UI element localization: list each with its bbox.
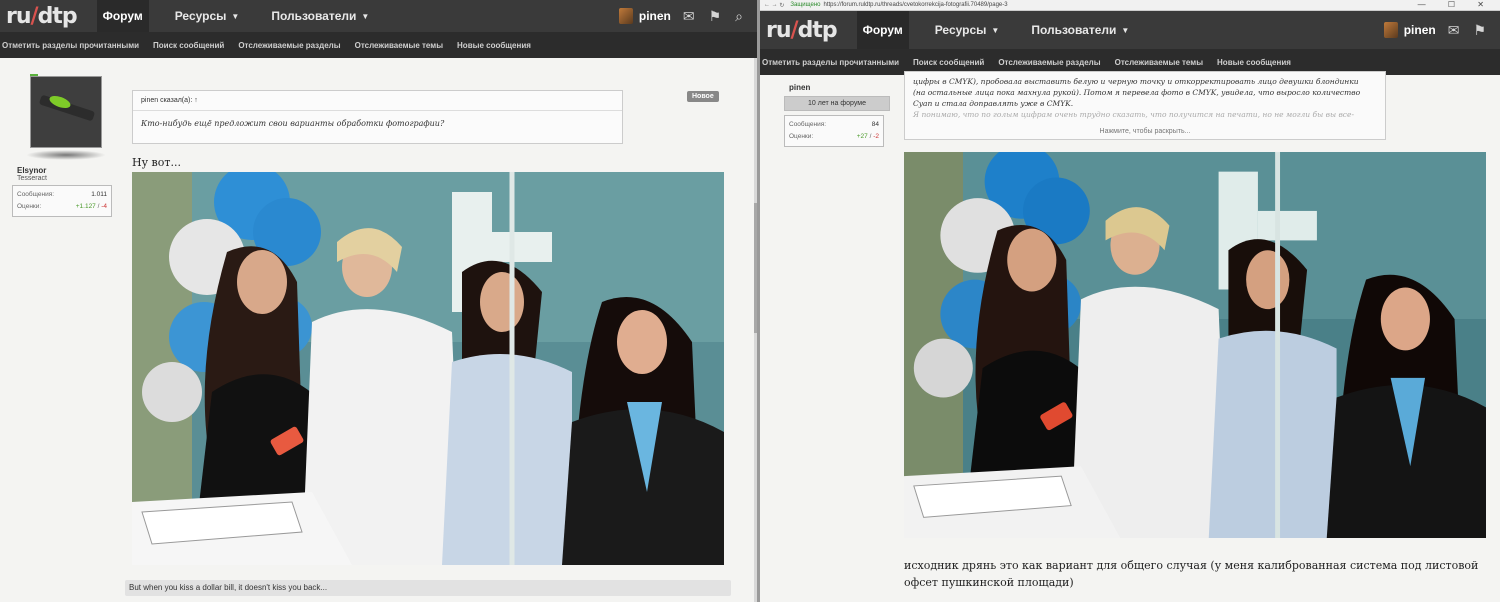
tab-users[interactable]: Пользователи ▼	[1025, 11, 1135, 49]
expand-quote-link[interactable]: Нажмите, чтобы раскрыть...	[905, 128, 1385, 135]
tab-forum[interactable]: Форум	[96, 0, 149, 32]
quote-text: цифры в CMYK), пробовала выставить белую…	[905, 72, 1385, 124]
tab-resources-label: Ресурсы	[174, 9, 227, 23]
quote-attribution[interactable]: pinen сказал(а): ↑	[133, 91, 622, 111]
photo-image	[904, 152, 1486, 538]
sub-nav-bar: Отметить разделы прочитанными Поиск сооб…	[0, 32, 757, 58]
link-new-posts[interactable]: Новые сообщения	[1217, 58, 1291, 67]
top-nav-bar: ru / dtp Форум Ресурсы ▼ Пользователи ▼ pine…	[760, 11, 1500, 49]
quote-block: pinen сказал(а): ↑ Кто-нибудь ещё предло…	[132, 90, 623, 144]
post-text: Ну вот...	[132, 156, 181, 169]
left-browser-window: ru / dtp Форум Ресурсы ▼ Пользователи ▼ pine…	[0, 0, 757, 602]
quote-block: цифры в CMYK), пробовала выставить белую…	[904, 71, 1386, 140]
avatar-shadow	[26, 150, 106, 160]
tab-users-label: Пользователи	[1031, 23, 1117, 37]
avatar	[618, 8, 633, 24]
link-watched-forums[interactable]: Отслеживаемые разделы	[238, 41, 340, 50]
link-search-messages[interactable]: Поиск сообщений	[913, 58, 984, 67]
link-watched-forums[interactable]: Отслеживаемые разделы	[998, 58, 1100, 67]
quote-line-faded: Я понимаю, что по голым цифрам очень тру…	[913, 110, 1354, 119]
author-name[interactable]: pinen	[789, 83, 890, 92]
avatar[interactable]	[30, 76, 102, 148]
flag-icon[interactable]: ⚑	[1473, 22, 1486, 39]
messages-value[interactable]: 1.011	[91, 189, 107, 201]
quote-line: цифры в CMYK), пробовала выставить белую…	[913, 77, 1359, 86]
link-watched-threads[interactable]: Отслеживаемые темы	[355, 41, 443, 50]
post-photo[interactable]	[132, 172, 724, 565]
username-label: pinen	[1403, 23, 1436, 37]
tab-resources[interactable]: Ресурсы ▼	[929, 11, 1006, 49]
photo-image	[132, 172, 724, 565]
link-watched-threads[interactable]: Отслеживаемые темы	[1115, 58, 1203, 67]
messages-label: Сообщения:	[17, 191, 55, 198]
forward-icon[interactable]: →	[772, 2, 778, 8]
ratings-positive: +27	[856, 133, 868, 140]
post-text: исходник дрянь это как вариант для общег…	[904, 559, 1479, 589]
secure-label: Защищено	[790, 2, 821, 8]
tab-forum[interactable]: Форум	[856, 11, 909, 49]
post-author-panel: Elsynor Tesseract Сообщения: 1.011 Оценки…	[12, 74, 116, 217]
browser-address-bar[interactable]: ← → ↻ Защищено https://forum.ruldtp.ru/t…	[760, 0, 1500, 11]
quote-line: Cyan и стала доправлять уже в CMYK.	[913, 99, 1074, 108]
ratings-negative: -2	[873, 133, 879, 140]
author-stats: Сообщения: 84 Оценки: +27 / -2	[784, 115, 884, 147]
chevron-down-icon: ▼	[361, 11, 370, 21]
link-search-messages[interactable]: Поиск сообщений	[153, 41, 224, 50]
new-badge: Новое	[687, 91, 719, 102]
post-signature: But when you kiss a dollar bill, it does…	[125, 580, 731, 596]
chevron-down-icon: ▼	[231, 11, 240, 21]
messages-value[interactable]: 84	[872, 119, 879, 131]
quote-line: (на остальные лица пока махнула рукой). …	[913, 88, 1361, 97]
link-mark-read[interactable]: Отметить разделы прочитанными	[2, 41, 139, 50]
search-icon[interactable]: ⌕	[735, 8, 743, 25]
link-new-posts[interactable]: Новые сообщения	[457, 41, 531, 50]
quote-text: Кто-нибудь ещё предложит свои варианты о…	[141, 119, 445, 128]
right-browser-window: ← → ↻ Защищено https://forum.ruldtp.ru/t…	[760, 0, 1500, 602]
tab-forum-label: Форум	[862, 23, 903, 37]
ratings-label: Оценки:	[789, 133, 814, 140]
reload-icon[interactable]: ↻	[779, 2, 784, 9]
username-label: pinen	[638, 9, 671, 23]
user-menu[interactable]: pinen	[618, 8, 671, 24]
chevron-down-icon: ▼	[1121, 25, 1130, 35]
envelope-icon[interactable]: ✉	[683, 8, 695, 25]
tab-resources-label: Ресурсы	[934, 23, 987, 37]
tab-forum-label: Форум	[102, 9, 143, 23]
flag-icon[interactable]: ⚑	[709, 8, 722, 25]
top-nav-bar: ru / dtp Форум Ресурсы ▼ Пользователи ▼ pine…	[0, 0, 757, 32]
ratings-negative: -4	[101, 203, 107, 210]
tab-users-label: Пользователи	[271, 9, 357, 23]
tab-users[interactable]: Пользователи ▼	[265, 0, 375, 32]
link-mark-read[interactable]: Отметить разделы прочитанными	[762, 58, 899, 67]
back-icon[interactable]: ←	[764, 2, 770, 8]
window-controls[interactable]: — ☐ ✕	[1418, 0, 1494, 9]
author-title: Tesseract	[17, 175, 47, 182]
envelope-icon[interactable]: ✉	[1448, 22, 1460, 39]
url-text[interactable]: https://forum.ruldtp.ru/threads/cvetokor…	[823, 2, 1007, 8]
member-badge: 10 лет на форуме	[784, 96, 890, 111]
post-photo[interactable]	[904, 152, 1486, 538]
ratings-positive: +1.127	[75, 203, 96, 210]
tab-resources[interactable]: Ресурсы ▼	[169, 0, 246, 32]
avatar	[1383, 22, 1398, 38]
author-stats: Сообщения: 1.011 Оценки: +1.127 / -4	[12, 185, 112, 217]
site-logo[interactable]: ru / dtp	[6, 4, 78, 29]
messages-label: Сообщения:	[789, 121, 827, 128]
post-author-panel: pinen 10 лет на форуме Сообщения: 84 Оцен…	[784, 80, 890, 147]
user-menu[interactable]: pinen	[1383, 22, 1436, 38]
ratings-label: Оценки:	[17, 203, 42, 210]
author-name[interactable]: Elsynor	[17, 166, 116, 175]
site-logo[interactable]: ru / dtp	[766, 18, 838, 43]
chevron-down-icon: ▼	[991, 25, 1000, 35]
